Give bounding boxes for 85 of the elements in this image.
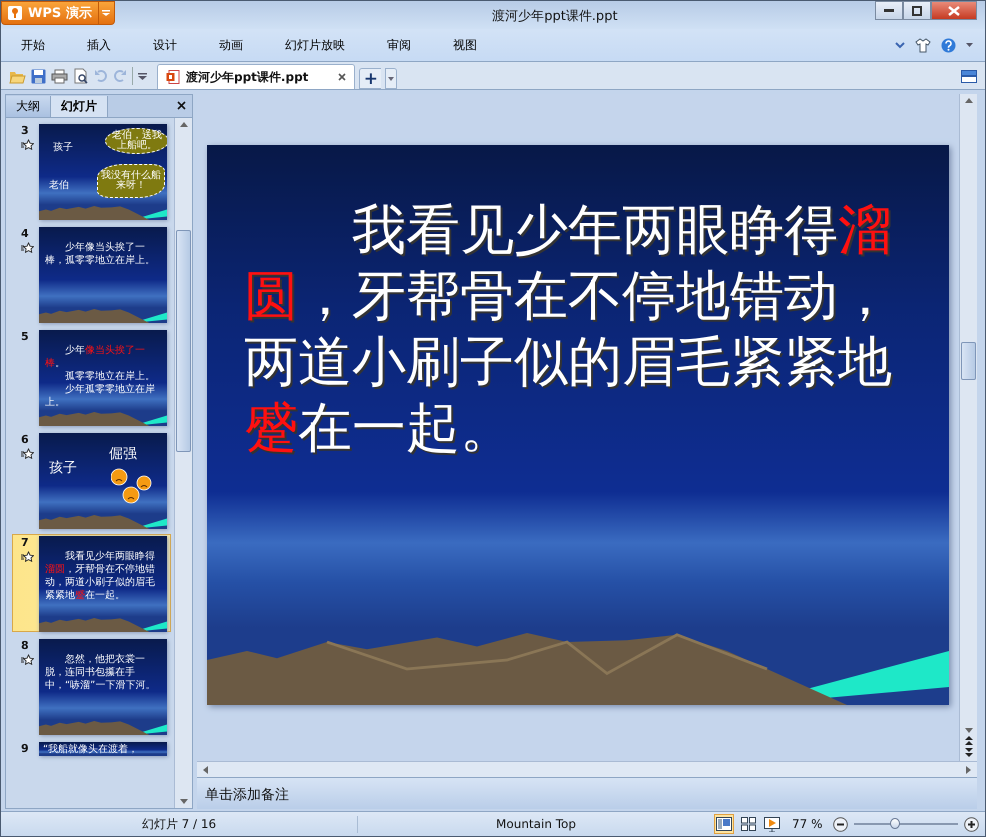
view-button[interactable] [714,814,734,834]
scrollbar-thumb[interactable] [961,342,976,380]
app-name: WPS 演示 [28,4,92,22]
print-preview-icon[interactable] [73,68,89,84]
previous-slide-icon[interactable] [964,736,972,745]
slide-text: “我船就像头在渡着， [43,743,140,756]
menu-tab[interactable]: 视图 [443,36,487,54]
scroll-left-icon[interactable] [203,766,208,774]
window-arrange-icon[interactable] [961,70,977,83]
notes-field[interactable]: 单击添加备注 [197,777,977,809]
zoom-out-icon[interactable] [832,816,848,832]
menu-tab[interactable]: 审阅 [377,36,421,54]
scroll-down-icon[interactable] [180,799,188,804]
caret-icon[interactable] [966,43,973,47]
close-tab-icon[interactable] [338,73,346,81]
zoom-percent: 77 % [792,817,822,831]
theme-name: Mountain Top [495,817,577,831]
slide-text: 少年像当头挨了一棒。 孤零零地立在岸上。 少年孤零零地立在岸上。 [45,344,156,409]
scroll-up-icon[interactable] [964,98,972,103]
view-button[interactable] [762,814,782,834]
slide-number: 6 [21,433,29,446]
slide-number: 3 [21,124,29,137]
slide-number: 4 [21,227,29,240]
slide-number: 8 [21,639,29,652]
slide-thumbnail-item[interactable]: 7 我看见少年两眼睁得 溜圆，牙帮骨在不停地错动，两道小刷子似的眉毛紧紧地蹙在一起。 [12,534,171,632]
scroll-right-icon[interactable] [966,766,971,774]
slide-text: 我看见少年两眼睁得 溜圆，牙帮骨在不停地错动，两道小刷子似的眉毛紧紧地蹙在一起。 [45,550,156,602]
shirt-icon[interactable] [915,38,931,52]
zoom-slider-thumb[interactable] [890,818,900,828]
slide-thumbnail-item[interactable]: 5 少年像当头挨了一棒。 孤零零地立在岸上。 少年孤零零地立在岸上。 [12,328,171,426]
save-icon[interactable] [31,68,46,84]
slide-thumbnail-item[interactable]: 6 孩子 倔强 [12,431,171,529]
slide-thumbnail-item[interactable]: 4 少年像当头挨了一棒，孤零零地立在岸上。 [12,225,171,323]
scrollbar-thumb[interactable] [176,230,191,452]
slide-number: 9 [21,742,29,755]
panel-tab[interactable]: 幻灯片 [51,96,108,117]
speech-bubble: 老伯，送我上船吧。 [105,128,167,154]
scroll-up-icon[interactable] [180,122,188,127]
normal-view-icon [716,817,732,831]
printer-icon[interactable] [51,68,68,84]
caret-icon [102,10,110,16]
slide-number: 7 [21,536,29,549]
presentation-file-icon [166,70,180,84]
collapse-ribbon-icon[interactable] [895,42,905,48]
caret-icon [388,76,394,80]
restore-icon [912,6,922,16]
close-icon [948,6,960,16]
burst-callout: 我没有什么船来呀！ [97,164,165,198]
help-icon[interactable] [941,38,956,52]
slide-label: 老伯 [49,178,69,192]
scroll-down-icon[interactable] [964,728,972,733]
minimize-button[interactable] [875,1,903,20]
new-tab-dropdown[interactable] [385,68,398,89]
menu-tab[interactable]: 插入 [77,36,121,54]
app-menu-dropdown[interactable] [98,1,115,25]
zoom-in-icon[interactable] [964,816,978,832]
close-panel-icon[interactable] [177,101,186,110]
menu-tab[interactable]: 开始 [11,36,55,54]
app-logo-icon [8,6,22,20]
slide-label: 孩子 [49,459,77,477]
menu-tab[interactable]: 幻灯片放映 [275,36,355,54]
slide-text: 我看见少年两眼睁得溜圆，牙帮骨在不停地错动，两道小刷子似的眉毛紧紧地 蹙在一起。 [243,199,893,460]
maximize-button[interactable] [903,1,931,20]
slide-thumbnail-item[interactable]: 9 “我船就像头在渡着， [12,740,171,758]
new-tab-button[interactable]: + [359,68,382,89]
view-button[interactable] [738,814,758,834]
next-slide-icon[interactable] [964,748,972,757]
slide-position: 幻灯片 7 / 16 [1,816,358,832]
menu-tab[interactable]: 设计 [143,36,187,54]
slide-text: 少年像当头挨了一棒，孤零零地立在岸上。 [45,241,156,267]
slide-text: 忽然，他把衣裳一脱，连同书包攥在手中，“哧溜”一下滑下河。 [45,653,156,692]
slide-sorter-icon [740,817,756,831]
slide-thumbnail-item[interactable]: 8 忽然，他把衣裳一脱，连同书包攥在手中，“哧溜”一下滑下河。 [12,637,171,735]
slide-thumbnail-item[interactable]: 3 孩子 老伯 老伯，送我上船吧。 我没有什么船来呀！ [12,122,171,220]
minimize-icon [884,8,894,12]
slideshow-icon [764,816,780,832]
slide-number: 5 [21,330,29,343]
menu-tab[interactable]: 动画 [209,36,253,54]
document-tab[interactable]: 渡河少年ppt课件.ppt [157,64,356,89]
slide-label: 倔强 [109,445,137,463]
close-button[interactable] [931,1,977,20]
slide-label: 孩子 [53,140,73,154]
window-title: 渡河少年ppt课件.ppt [491,8,619,25]
panel-tab[interactable]: 大纲 [6,96,51,117]
customize-caret-icon[interactable] [138,72,147,80]
